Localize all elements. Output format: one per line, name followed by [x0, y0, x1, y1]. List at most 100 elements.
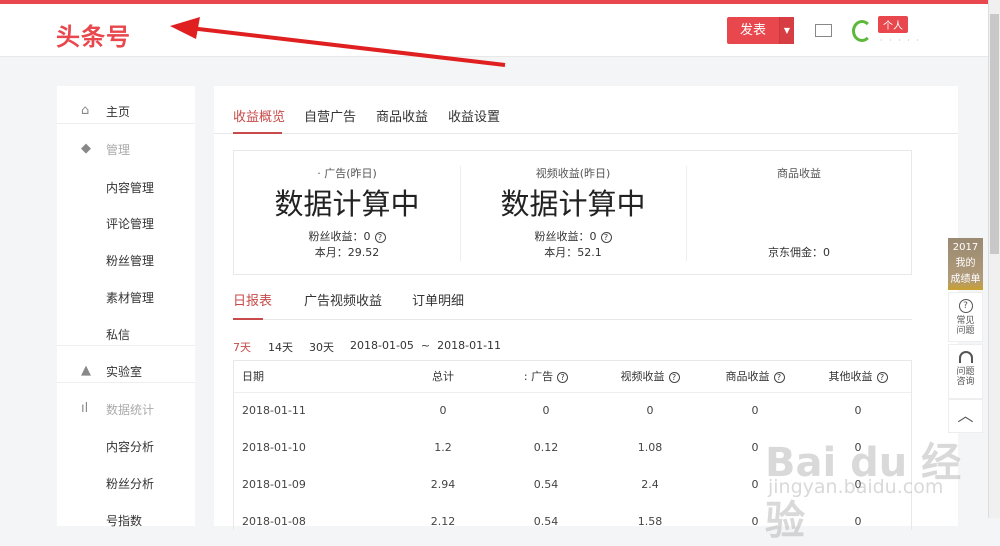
label: 成绩单 [950, 274, 981, 285]
stat-title: · 广告(昨日) [317, 167, 377, 180]
publish-label[interactable]: 发表 [727, 17, 779, 44]
help-icon[interactable]: ? [374, 232, 386, 243]
cell-text: 2018-01-09 [242, 478, 306, 491]
sidebar-item-label: 主页 [106, 105, 131, 119]
cell-text: 2.94 [430, 478, 456, 491]
cell-text: 0.54 [533, 478, 559, 491]
month-total: 本月：52.1 [544, 246, 602, 259]
table-cell: 2018-01-11 [242, 392, 342, 429]
help-icon[interactable]: ? [668, 372, 680, 383]
flask-icon: ▲ [81, 363, 91, 378]
annual-report-button[interactable]: 2017 我的 成绩单 [948, 238, 983, 290]
cell-text: 1.2 [434, 441, 452, 454]
table-cell: 2.12 [393, 503, 493, 540]
cell-text: 0 [751, 441, 759, 454]
red-arrow-annotation [170, 17, 506, 67]
mail-icon[interactable] [815, 24, 832, 37]
sidebar-item-label: 管理 [106, 143, 131, 157]
avatar[interactable] [852, 20, 872, 42]
table-cell: 2018-01-08 [242, 503, 342, 540]
column-header: 商品收益? [705, 361, 805, 393]
column-header: 视频收益? [600, 361, 700, 393]
help-icon[interactable]: ? [600, 232, 612, 243]
divider [460, 166, 461, 261]
month-total: 本月：29.52 [314, 246, 380, 259]
filter-7d[interactable]: 7天 [233, 339, 251, 355]
bar-chart-icon: ıl [81, 401, 89, 416]
faq-button[interactable]: ? 常见问题 [948, 292, 983, 342]
divider [214, 133, 958, 134]
back-to-top-button[interactable]: ︿ [948, 399, 983, 433]
help-icon[interactable]: ? [773, 372, 785, 383]
stats-box: · 广告(昨日) 数据计算中 粉丝收益：0? 本月：29.52 视频收益(昨日) 数据计算… [233, 150, 912, 275]
table-cell: 0 [393, 392, 493, 429]
table-cell: 2.4 [600, 466, 700, 503]
tab-overview[interactable]: 收益概览 [233, 106, 285, 125]
table-cell: 0.54 [496, 466, 596, 503]
cell-text: 1.08 [637, 441, 663, 454]
stat-title: 商品收益 [777, 167, 821, 180]
cell-text: 2.12 [430, 515, 456, 528]
cell-text: 0.54 [533, 515, 559, 528]
subtab-ad-video[interactable]: 广告视频收益 [304, 290, 382, 309]
table-cell: 0 [705, 392, 805, 429]
date-range[interactable]: 2018-01-05 ~ 2018-01-11 [350, 339, 501, 352]
publish-button[interactable]: 发表 ▼ [727, 17, 794, 44]
scrollbar-thumb[interactable] [990, 14, 999, 254]
divider [57, 123, 195, 124]
cell-text: 0.12 [533, 441, 559, 454]
chevron-down-icon[interactable]: ▼ [779, 17, 794, 44]
stat-value: 数据计算中 [500, 187, 646, 221]
help-icon[interactable]: ? [557, 372, 569, 383]
help-icon[interactable]: ? [876, 372, 888, 383]
watermark-url: jingyan.baidu.com [768, 476, 944, 498]
cell-text: 0 [542, 404, 550, 417]
tab-own-ads[interactable]: 自营广告 [304, 106, 356, 125]
consult-button[interactable]: 问题咨询 [948, 344, 983, 399]
divider [57, 382, 195, 383]
stat-card: 商品收益 京东佣金：0 [686, 151, 912, 274]
cell-text: 1.58 [637, 515, 663, 528]
table-cell: 0 [496, 392, 596, 429]
cell-text: 0 [646, 404, 654, 417]
sidebar-item-label: 粉丝管理 [106, 254, 155, 268]
column-header: : 广告? [496, 361, 596, 393]
sidebar: ⌂ 主页 ◆ 管理 内容管理 评论管理 粉丝管理 素材管理 私信 ▲ 实验室 ıl 数据统计 内容分析 粉丝… [57, 86, 195, 528]
table-cell: 0.12 [496, 429, 596, 466]
home-icon: ⌂ [81, 103, 90, 118]
table-cell: 1.08 [600, 429, 700, 466]
filter-14d[interactable]: 14天 [268, 339, 293, 355]
headset-icon [958, 351, 973, 363]
table-cell: 1.58 [600, 503, 700, 540]
cell-text: 0 [854, 404, 862, 417]
divider [233, 319, 912, 320]
cell-text: 总计 [432, 370, 454, 383]
tab-product-revenue[interactable]: 商品收益 [376, 106, 428, 125]
account-type-badge: 个人 [878, 16, 908, 33]
cell-text: 商品收益 [725, 370, 770, 383]
tab-revenue-settings[interactable]: 收益设置 [448, 106, 500, 125]
sidebar-item-label: 粉丝分析 [106, 477, 155, 491]
table-cell: 2018-01-10 [242, 429, 342, 466]
cell-text: 2018-01-10 [242, 441, 306, 454]
table-cell: 0.54 [496, 503, 596, 540]
faq-label: 常见问题 [956, 316, 975, 336]
logo[interactable]: 头条号 [56, 17, 131, 52]
cell-text: 2018-01-11 [242, 404, 306, 417]
fan-revenue: 粉丝收益：0 [534, 230, 597, 243]
divider [57, 345, 195, 346]
stat-card: · 广告(昨日) 数据计算中 粉丝收益：0? 本月：29.52 [234, 151, 460, 274]
subtab-daily[interactable]: 日报表 [233, 290, 272, 309]
subtab-orders[interactable]: 订单明细 [412, 290, 464, 309]
username[interactable]: · · · · · [880, 36, 921, 45]
active-tab-underline [233, 132, 282, 134]
table-cell: 0 [600, 392, 700, 429]
fan-revenue: 粉丝收益：0 [308, 230, 371, 243]
sidebar-item-label: 号指数 [106, 514, 143, 528]
column-header: 其他收益? [808, 361, 908, 393]
cell-text: 2018-01-08 [242, 515, 306, 528]
cell-text: 0 [751, 478, 759, 491]
consult-label: 问题咨询 [956, 367, 975, 387]
sidebar-item-label: 私信 [106, 328, 131, 342]
filter-30d[interactable]: 30天 [309, 339, 334, 355]
